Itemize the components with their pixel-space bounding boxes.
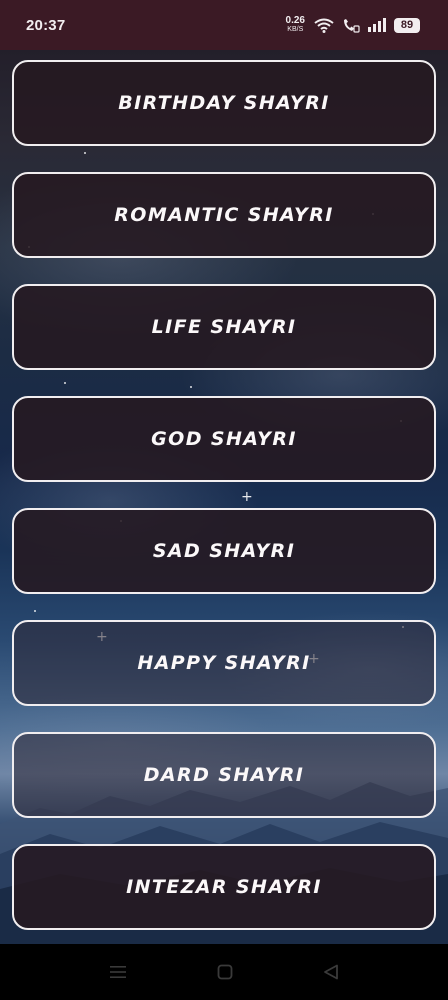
menu-icon[interactable] bbox=[109, 965, 127, 979]
network-speed-value: 0.26 bbox=[285, 15, 305, 26]
button-label: LIFE SHAYRI bbox=[151, 316, 297, 338]
network-speed-unit: KB/S bbox=[287, 26, 304, 33]
dard-shayri-button[interactable]: DARD SHAYRI bbox=[12, 732, 436, 818]
life-shayri-button[interactable]: LIFE SHAYRI bbox=[12, 284, 436, 370]
status-icons: 0.26 KB/S 89 bbox=[286, 16, 420, 34]
status-time: 20:37 bbox=[26, 16, 66, 34]
button-label: INTEZAR SHAYRI bbox=[126, 876, 322, 898]
happy-shayri-button[interactable]: HAPPY SHAYRI bbox=[12, 620, 436, 706]
sad-shayri-button[interactable]: SAD SHAYRI bbox=[12, 508, 436, 594]
home-square-icon[interactable] bbox=[217, 964, 233, 980]
battery-icon: 89 bbox=[394, 17, 420, 33]
status-bar: 20:37 0.26 KB/S 89 bbox=[0, 0, 448, 50]
wifi-icon bbox=[314, 18, 334, 33]
god-shayri-button[interactable]: GOD SHAYRI bbox=[12, 396, 436, 482]
button-label: HAPPY SHAYRI bbox=[137, 652, 311, 674]
button-label: DARD SHAYRI bbox=[143, 764, 305, 786]
system-navigation-bar bbox=[0, 944, 448, 1000]
intezar-shayri-button[interactable]: INTEZAR SHAYRI bbox=[12, 844, 436, 930]
birthday-shayri-button[interactable]: BIRTHDAY SHAYRI bbox=[12, 60, 436, 146]
button-label: BIRTHDAY SHAYRI bbox=[118, 92, 330, 114]
volte-call-icon bbox=[342, 18, 360, 33]
back-triangle-icon[interactable] bbox=[323, 964, 339, 980]
button-label: GOD SHAYRI bbox=[151, 428, 297, 450]
signal-icon bbox=[368, 18, 386, 32]
button-label: SAD SHAYRI bbox=[152, 540, 296, 562]
romantic-shayri-button[interactable]: ROMANTIC SHAYRI bbox=[12, 172, 436, 258]
button-label: ROMANTIC SHAYRI bbox=[114, 204, 334, 226]
network-speed: 0.26 KB/S bbox=[286, 16, 305, 34]
